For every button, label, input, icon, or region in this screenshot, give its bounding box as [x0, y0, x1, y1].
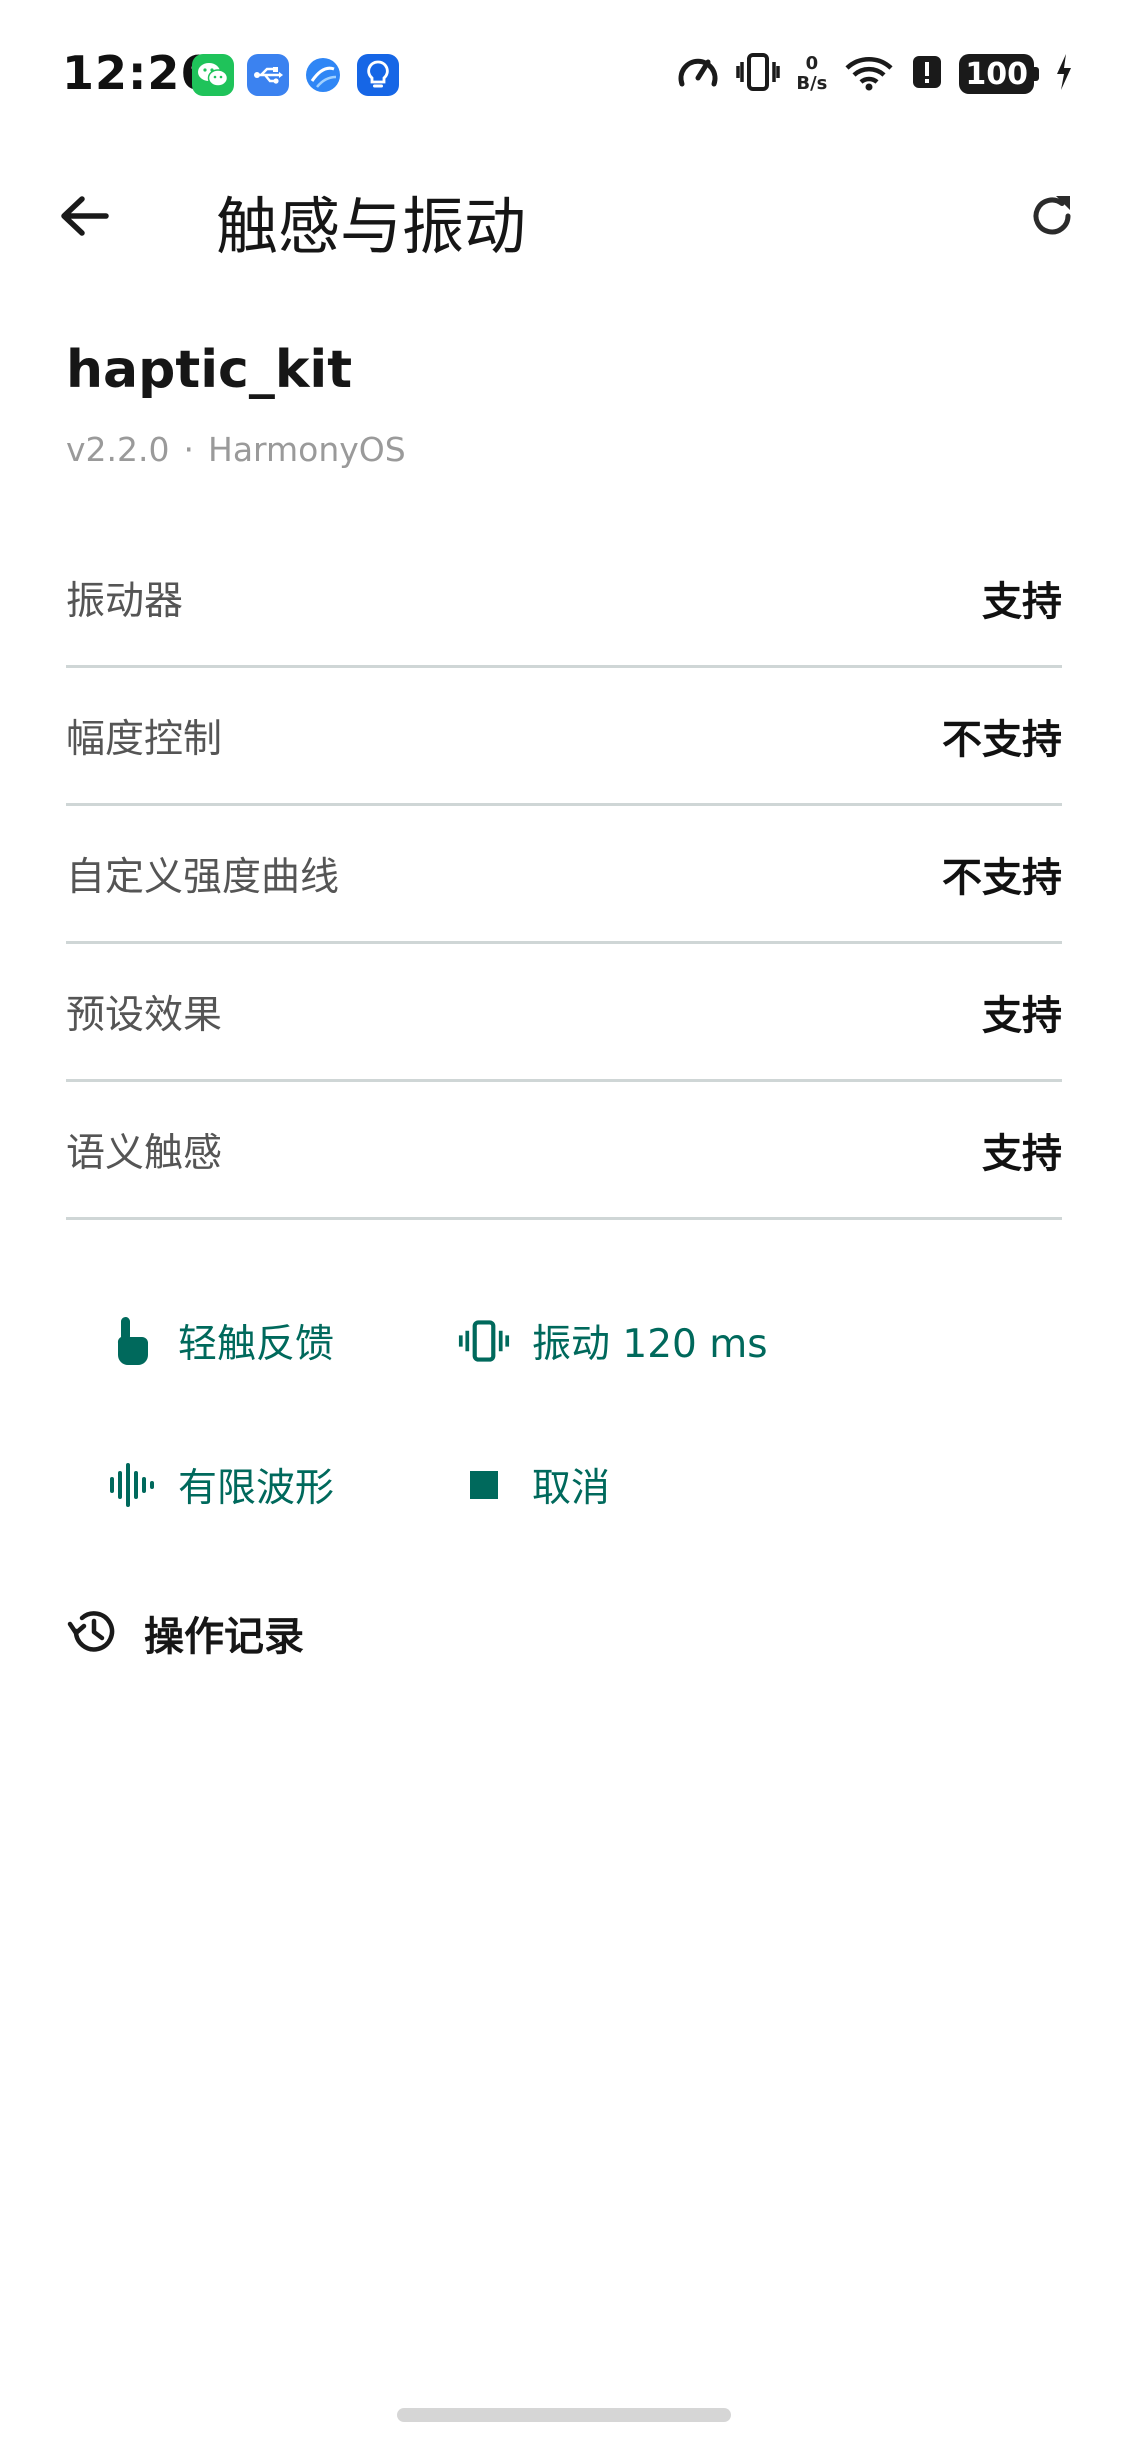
vibrate-icon	[458, 1315, 510, 1367]
kit-meta: v2.2.0 · HarmonyOS	[66, 430, 406, 469]
net-speed-value: 0	[805, 53, 819, 74]
capability-label: 自定义强度曲线	[66, 854, 340, 900]
status-app-icons	[192, 54, 399, 96]
alert-icon	[911, 52, 943, 96]
battery-level: 100	[959, 54, 1034, 94]
status-bar: 12:26 0 B/s 100	[0, 0, 1128, 150]
capability-value: 不支持	[942, 854, 1062, 901]
charging-icon	[1055, 52, 1073, 96]
cancel-button[interactable]: 取消	[446, 1440, 622, 1530]
waveform-button[interactable]: 有限波形	[92, 1440, 346, 1530]
capability-row-vibrator: 振动器 支持	[66, 530, 1062, 668]
stop-icon	[458, 1459, 510, 1511]
capability-list: 振动器 支持 幅度控制 不支持 自定义强度曲线 不支持 预设效果 支持 语义触感…	[66, 530, 1062, 1220]
battery-indicator: 100	[959, 54, 1039, 94]
wifi-icon	[843, 52, 895, 96]
capability-value: 支持	[982, 1130, 1062, 1177]
capability-row-preset-effects: 预设效果 支持	[66, 944, 1062, 1082]
usb-icon	[247, 54, 289, 96]
back-button[interactable]	[42, 174, 126, 258]
capability-row-amplitude: 幅度控制 不支持	[66, 668, 1062, 806]
history-icon	[66, 1607, 118, 1659]
capability-row-semantic-haptics: 语义触感 支持	[66, 1082, 1062, 1220]
net-speed: 0 B/s	[796, 54, 827, 94]
browser-icon	[302, 54, 344, 96]
net-speed-unit: B/s	[796, 73, 828, 94]
capability-label: 振动器	[66, 578, 184, 624]
kit-name: haptic_kit	[66, 340, 353, 400]
operation-log-title: 操作记录	[144, 1614, 304, 1660]
home-indicator[interactable]	[397, 2408, 731, 2422]
kit-version: v2.2.0	[66, 430, 170, 469]
status-time: 12:26	[62, 46, 214, 100]
cancel-label: 取消	[532, 1466, 611, 1511]
status-indicators: 0 B/s 100	[676, 52, 1073, 96]
tap-feedback-label: 轻触反馈	[178, 1322, 335, 1367]
app-bar: 触感与振动	[0, 150, 1128, 280]
waveform-icon	[104, 1459, 156, 1511]
meta-separator: ·	[183, 430, 195, 469]
tap-feedback-button[interactable]: 轻触反馈	[92, 1296, 346, 1386]
vibrate-mode-icon	[736, 52, 781, 96]
operation-log-header: 操作记录	[66, 1604, 304, 1662]
capability-label: 幅度控制	[66, 716, 223, 762]
haptic-settings-screen: 12:26 0 B/s 100 触感与振动 haptic_kit v2.2.0 …	[0, 0, 1128, 2444]
battery-cap	[1034, 67, 1039, 81]
vibrate-label: 振动 120 ms	[532, 1322, 768, 1367]
capability-label: 语义触感	[66, 1130, 223, 1176]
back-arrow-icon	[61, 196, 109, 236]
capability-row-intensity-curve: 自定义强度曲线 不支持	[66, 806, 1062, 944]
refresh-button[interactable]	[1010, 174, 1094, 258]
touch-hand-icon	[104, 1315, 156, 1367]
refresh-icon	[1033, 196, 1071, 235]
speedometer-icon	[676, 52, 720, 96]
waveform-label: 有限波形	[178, 1466, 335, 1511]
capability-value: 不支持	[942, 716, 1062, 763]
tips-icon	[357, 54, 399, 96]
capability-value: 支持	[982, 992, 1062, 1039]
vibrate-button[interactable]: 振动 120 ms	[446, 1296, 780, 1386]
capability-value: 支持	[982, 578, 1062, 625]
kit-platform: HarmonyOS	[208, 430, 406, 469]
wechat-icon	[192, 54, 234, 96]
page-title: 触感与振动	[216, 190, 527, 263]
capability-label: 预设效果	[66, 992, 223, 1038]
